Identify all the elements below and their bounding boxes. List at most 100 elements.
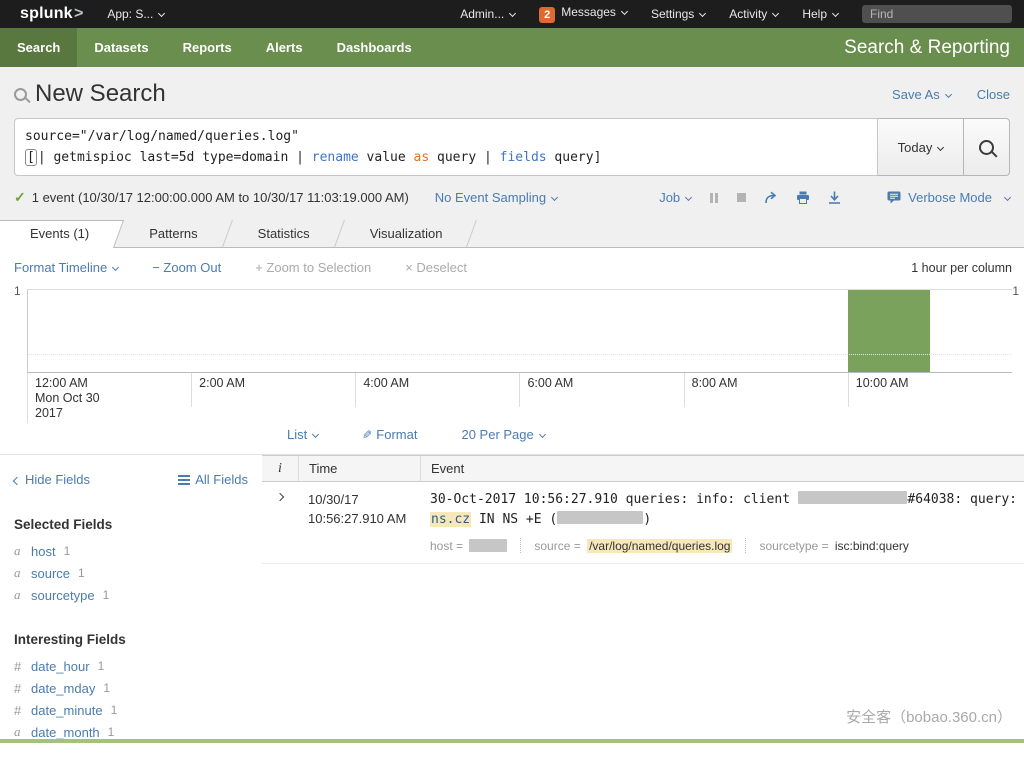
field-count: 1 — [111, 703, 118, 717]
admin-menu[interactable]: Admin... — [460, 7, 515, 21]
zoom-to-selection-button[interactable]: + Zoom to Selection — [255, 260, 371, 275]
field-count: 1 — [64, 544, 71, 558]
export-download-icon[interactable] — [828, 191, 841, 204]
deselect-button[interactable]: × Deselect — [405, 260, 467, 275]
field-count: 1 — [98, 659, 105, 673]
list-view-menu[interactable]: List — [287, 427, 318, 442]
field-value[interactable]: isc:bind:query — [835, 539, 909, 553]
stop-job-icon[interactable] — [737, 193, 746, 202]
chevron-down-icon — [539, 431, 546, 438]
column-header-event: Event — [420, 456, 1024, 481]
selected-field-sourcetype[interactable]: asourcetype1 — [14, 584, 248, 606]
job-done-check-icon: ✓ — [14, 189, 26, 206]
expand-event-button[interactable] — [262, 490, 298, 500]
field-type-icon: a — [14, 565, 31, 581]
appbar-item-alerts[interactable]: Alerts — [249, 28, 320, 67]
search-header: New Search Save As Close source="/var/lo… — [0, 67, 1024, 220]
chevron-down-icon — [551, 194, 558, 201]
messages-count-badge: 2 — [539, 7, 555, 23]
format-results-button[interactable]: ✎Format — [362, 427, 417, 442]
app-nav-bar: SearchDatasetsReportsAlertsDashboards Se… — [0, 28, 1024, 67]
results-toolbar: List ✎Format 20 Per Page — [0, 423, 1024, 455]
interesting-field-date_minute[interactable]: #date_minute1 — [14, 699, 248, 721]
event-field-host[interactable]: host = — [430, 539, 507, 553]
highlighted-match[interactable]: ns.cz — [430, 512, 471, 527]
events-table: i Time Event 10/30/17 10:56:27.910 AM 30… — [262, 455, 1024, 564]
query-line-1: source="/var/log/named/queries.log" — [25, 126, 867, 147]
field-separator — [520, 538, 521, 553]
settings-menu[interactable]: Settings — [651, 7, 705, 21]
event-sampling-menu[interactable]: No Event Sampling — [435, 190, 557, 205]
save-as-button[interactable]: Save As — [892, 87, 951, 102]
query-token: value — [359, 150, 414, 165]
event-raw-text: ns.cz IN NS +E () — [430, 510, 1024, 530]
pause-job-icon[interactable] — [709, 193, 719, 203]
hide-fields-button[interactable]: Hide Fields — [14, 472, 90, 487]
interesting-field-date_mday[interactable]: #date_mday1 — [14, 677, 248, 699]
event-raw-text: 30-Oct-2017 10:56:27.910 queries: info: … — [430, 490, 1024, 510]
x-axis-labels: 12:00 AMMon Oct 3020172:00 AM4:00 AM6:00… — [27, 373, 1012, 423]
run-search-button[interactable] — [964, 118, 1010, 176]
timeline-plot-area[interactable] — [27, 289, 1012, 373]
column-header-time: Time — [298, 456, 420, 481]
pencil-icon: ✎ — [362, 428, 372, 442]
field-value[interactable]: /var/log/named/queries.log — [587, 539, 732, 553]
query-token: [ — [25, 149, 37, 166]
tab-visualization[interactable]: Visualization — [340, 220, 473, 247]
watermark: 安全客（bobao.360.cn） — [846, 706, 1012, 727]
selected-fields-title: Selected Fields — [14, 517, 248, 532]
per-page-menu[interactable]: 20 Per Page — [461, 427, 544, 442]
tab-statistics[interactable]: Statistics — [228, 220, 340, 247]
event-field-values: host = source = /var/log/named/queries.l… — [430, 538, 1024, 553]
x-tick-label: 6:00 AM — [519, 373, 683, 407]
chevron-down-icon — [699, 10, 706, 17]
column-header-info: i — [262, 456, 298, 481]
x-tick-label: 12:00 AMMon Oct 302017 — [27, 373, 191, 423]
field-type-icon: a — [14, 724, 31, 740]
app-menu[interactable]: App: S... — [107, 7, 164, 21]
job-menu[interactable]: Job — [659, 190, 691, 205]
query-token: query] — [547, 150, 602, 165]
search-icon — [979, 140, 994, 155]
activity-menu[interactable]: Activity — [729, 7, 778, 21]
selected-field-host[interactable]: ahost1 — [14, 540, 248, 562]
tab-patterns[interactable]: Patterns — [119, 220, 227, 247]
event-field-source[interactable]: source = /var/log/named/queries.log — [534, 539, 732, 553]
app-title: Search & Reporting — [844, 28, 1024, 67]
chevron-right-icon — [276, 493, 284, 501]
query-token: fields — [500, 150, 547, 165]
timeline-bar[interactable] — [848, 290, 930, 372]
tab-events-1[interactable]: Events (1) — [0, 220, 119, 247]
x-tick-label: 2:00 AM — [191, 373, 355, 407]
appbar-item-dashboards[interactable]: Dashboards — [320, 28, 429, 67]
search-query-input[interactable]: source="/var/log/named/queries.log" [| g… — [14, 118, 878, 176]
format-timeline-menu[interactable]: Format Timeline — [14, 260, 118, 275]
x-tick-label: 8:00 AM — [684, 373, 848, 407]
chevron-down-icon — [509, 10, 516, 17]
print-icon[interactable] — [796, 191, 810, 204]
chevron-down-icon — [685, 194, 692, 201]
time-range-picker[interactable]: Today — [878, 118, 964, 176]
y-axis-label-left: 1 — [14, 284, 21, 298]
close-button[interactable]: Close — [977, 87, 1010, 102]
splunk-logo[interactable]: splunk> — [20, 5, 83, 23]
chevron-down-icon — [158, 10, 165, 17]
appbar-item-reports[interactable]: Reports — [166, 28, 249, 67]
appbar-item-datasets[interactable]: Datasets — [77, 28, 165, 67]
event-field-sourcetype[interactable]: sourcetype = isc:bind:query — [759, 539, 908, 553]
help-menu[interactable]: Help — [802, 7, 838, 21]
query-line-2: [| getmispioc last=5d type=domain | rena… — [25, 147, 867, 168]
redacted-text[interactable] — [469, 539, 507, 552]
interesting-field-date_hour[interactable]: #date_hour1 — [14, 655, 248, 677]
chevron-down-icon — [312, 431, 319, 438]
all-fields-button[interactable]: All Fields — [178, 472, 248, 487]
fields-sidebar: Hide Fields All Fields Selected Fields a… — [0, 455, 262, 769]
messages-menu[interactable]: 2Messages — [539, 5, 627, 23]
appbar-item-search[interactable]: Search — [0, 28, 77, 67]
share-job-icon[interactable] — [764, 191, 778, 204]
zoom-out-button[interactable]: − Zoom Out — [152, 260, 221, 275]
find-input[interactable] — [862, 5, 1012, 23]
field-count: 1 — [78, 566, 85, 580]
selected-field-source[interactable]: asource1 — [14, 562, 248, 584]
search-mode-menu[interactable]: Verbose Mode — [887, 190, 1010, 205]
